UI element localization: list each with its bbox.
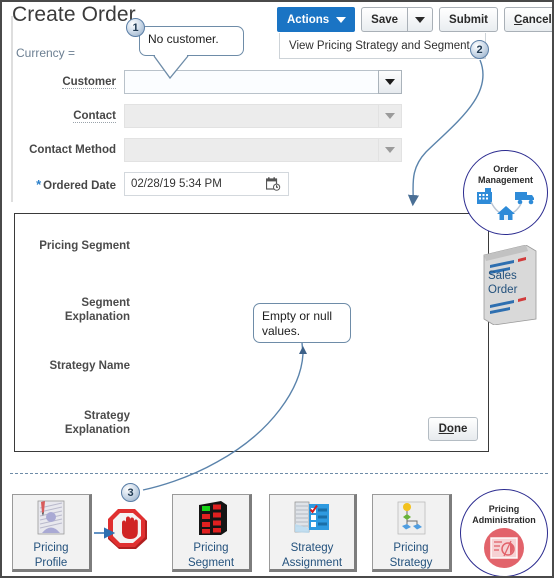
required-asterisk: * <box>36 176 42 192</box>
tab-view-pricing-strategy-and-segment[interactable]: View Pricing Strategy and Segment <box>279 33 486 59</box>
pricing-strategy-icon <box>391 500 431 541</box>
chevron-down-icon <box>385 79 395 85</box>
done-rest: ne <box>453 423 468 435</box>
order-management-glyph <box>476 188 534 220</box>
currency-label: Currency = <box>16 46 76 60</box>
pricing-segment-label: Pricing Segment <box>39 240 130 252</box>
tile-strategy-assignment-label: Strategy Assignment <box>281 542 343 569</box>
done-mid: o <box>446 423 454 435</box>
chevron-down-icon <box>336 16 347 23</box>
contact-method-dropdown-button <box>378 138 402 162</box>
cancel-button[interactable]: Cancel <box>504 7 552 32</box>
calendar-clock-icon[interactable] <box>265 177 281 197</box>
callout-badge-2: 2 <box>470 40 489 59</box>
tile-pricing-profile-label: Pricing Profile <box>33 542 69 569</box>
callout-bubble-empty-text: Empty or null values. <box>262 309 333 338</box>
pricing-segment-icon <box>191 500 231 541</box>
save-button[interactable]: Save <box>361 7 408 32</box>
callout-badge-1: 1 <box>126 18 145 37</box>
cancel-accel: C <box>514 13 523 26</box>
contact-field <box>124 104 402 128</box>
chevron-down-icon <box>415 16 426 23</box>
tile-pricing-segment[interactable]: Pricing Segment <box>172 494 252 572</box>
tile-pricing-profile[interactable]: Pricing Profile <box>12 494 92 572</box>
form-row-ordered-date: * Ordered Date 02/28/19 5:34 PM <box>16 172 289 196</box>
strategy-name-label: Strategy Name <box>49 360 130 372</box>
tile-pricing-strategy[interactable]: Pricing Strategy <box>372 494 452 572</box>
form-row-contact-method: Contact Method <box>16 138 402 162</box>
create-order-screenshot: Create Order Actions Save Submit Cancel … <box>0 0 554 578</box>
tile-pricing-strategy-label: Pricing Strategy <box>389 542 433 569</box>
contact-dropdown-button <box>378 104 402 128</box>
pricing-administration-label: Pricing Administration <box>472 504 536 525</box>
customer-label: Customer <box>62 76 116 89</box>
cancel-rest: ancel <box>522 13 552 26</box>
order-management-node: Order Management <box>463 150 548 235</box>
pricing-administration-glyph <box>484 528 524 568</box>
toolbar: Actions Save Submit Cancel <box>277 7 552 32</box>
chevron-down-icon <box>385 113 395 119</box>
pricing-profile-icon <box>31 500 71 541</box>
ordered-date-field[interactable]: 02/28/19 5:34 PM <box>124 172 289 196</box>
done-button[interactable]: Do ne <box>428 417 478 441</box>
callout-bubble-no-customer: No customer. <box>139 26 244 56</box>
page-title: Create Order <box>12 3 136 26</box>
pricing-strategy-segment-panel: Pricing Segment Segment Explanation Stra… <box>14 213 489 452</box>
ordered-date-label: * Ordered Date <box>36 176 116 192</box>
tile-pricing-segment-label: Pricing Segment <box>187 542 235 569</box>
ordered-date-value: 02/28/19 5:34 PM <box>131 178 222 190</box>
tile-strategy-assignment[interactable]: Strategy Assignment <box>269 494 357 572</box>
contact-method-field <box>124 138 402 162</box>
contact-method-label: Contact Method <box>29 144 116 156</box>
strategy-assignment-icon <box>291 500 333 541</box>
sales-order-node: Sales Order <box>480 244 540 326</box>
sales-order-label: Sales Order <box>488 270 518 296</box>
pricing-administration-node: Pricing Administration <box>460 489 548 576</box>
callout-badge-3: 3 <box>121 483 140 502</box>
callout-bubble-empty-or-null: Empty or null values. <box>253 303 351 343</box>
order-management-label: Order Management <box>477 164 533 185</box>
customer-field[interactable] <box>124 70 402 94</box>
strategy-explanation-label: Strategy Explanation <box>64 410 130 436</box>
save-dropdown-button[interactable] <box>407 7 434 32</box>
actions-button[interactable]: Actions <box>277 7 356 32</box>
tab-label: View Pricing Strategy and Segment <box>289 39 470 52</box>
chevron-down-icon <box>385 147 395 153</box>
contact-label: Contact <box>73 110 116 123</box>
customer-dropdown-button[interactable] <box>378 70 402 94</box>
actions-button-label: Actions <box>287 13 330 26</box>
stop-hand-icon <box>106 508 152 561</box>
callout-bubble-1-text: No customer. <box>148 32 219 46</box>
section-divider <box>10 473 548 474</box>
segment-explanation-label: Segment Explanation <box>64 297 130 323</box>
form-row-customer: Customer <box>16 70 402 94</box>
submit-button[interactable]: Submit <box>439 7 499 32</box>
form-row-contact: Contact <box>16 104 402 128</box>
save-split-button: Save <box>361 7 434 32</box>
done-accel: D <box>438 423 447 435</box>
